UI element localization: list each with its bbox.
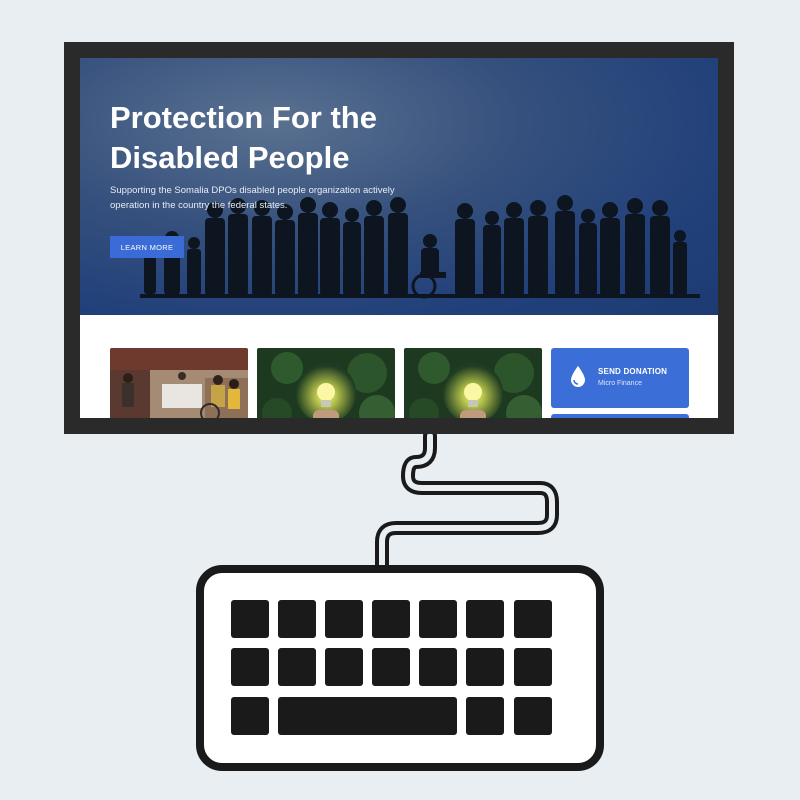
lightbulb-photo xyxy=(257,348,395,418)
keyboard-keys xyxy=(231,600,552,735)
donation-subtitle: Micro Finance xyxy=(598,380,642,387)
website-screen: Protection For the Disabled People Suppo… xyxy=(80,58,718,418)
water-drop-icon xyxy=(571,366,585,387)
event-photo-card[interactable] xyxy=(110,348,248,418)
cable xyxy=(375,429,559,577)
hero-banner: Protection For the Disabled People Suppo… xyxy=(80,58,718,315)
learn-more-button[interactable]: LEARN MORE xyxy=(110,236,184,258)
donation-title: SEND DONATION xyxy=(598,367,668,376)
monitor: Protection For the Disabled People Suppo… xyxy=(64,42,734,434)
lightbulb-photo xyxy=(404,348,542,418)
hero-title: Protection For the Disabled People xyxy=(110,100,377,175)
hero-description: Supporting the Somalia DPOs disabled peo… xyxy=(110,185,395,211)
send-donation-button[interactable]: SEND DONATION Micro Finance xyxy=(551,348,689,408)
lightbulb-photo-card-1[interactable] xyxy=(257,348,395,418)
second-action-card[interactable] xyxy=(551,414,689,418)
feature-cards: SEND DONATION Micro Finance xyxy=(110,348,690,418)
event-photo xyxy=(110,348,248,418)
lightbulb-photo-card-2[interactable] xyxy=(404,348,542,418)
